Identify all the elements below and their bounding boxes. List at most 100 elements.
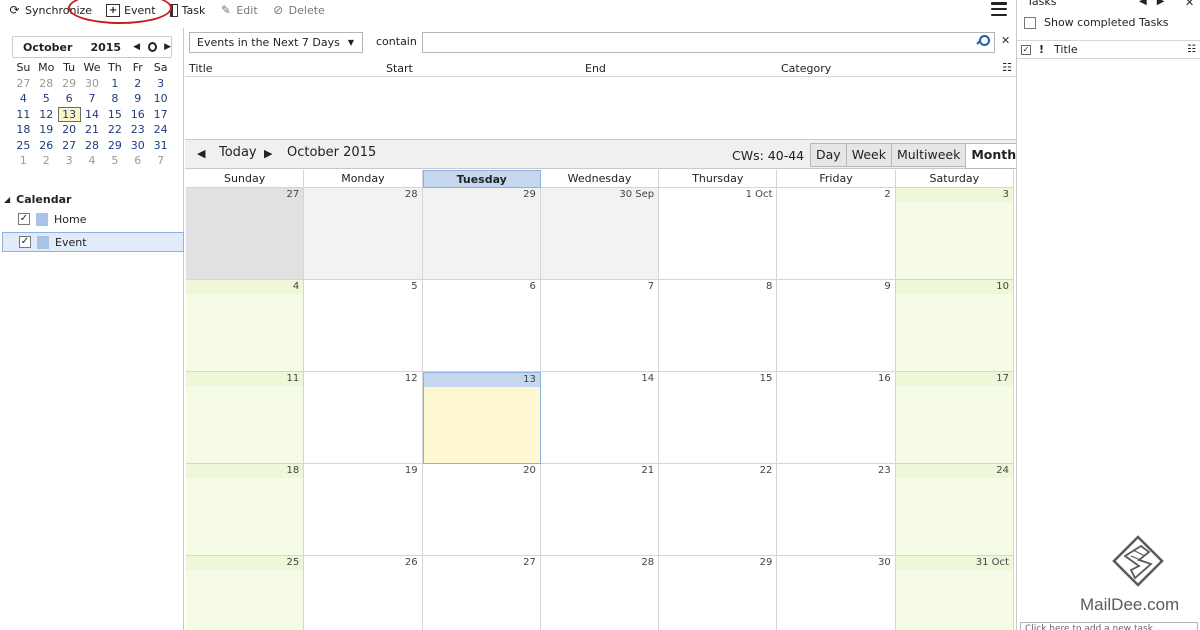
minicalendar-day[interactable]: 12 xyxy=(35,107,58,123)
show-completed-checkbox[interactable] xyxy=(1024,16,1036,29)
calendar-item-home[interactable]: ✓ Home xyxy=(4,209,184,229)
previous-month-icon[interactable]: ◀ xyxy=(133,42,140,52)
edit-button[interactable]: ✎ Edit xyxy=(219,3,258,17)
day-cell[interactable]: 6 xyxy=(422,280,541,372)
minicalendar-day[interactable]: 5 xyxy=(103,153,126,169)
day-number[interactable]: 15 xyxy=(659,372,777,386)
day-number[interactable]: 21 xyxy=(540,464,659,478)
today-circle-icon[interactable] xyxy=(148,42,158,52)
minicalendar-day[interactable]: 7 xyxy=(81,91,104,107)
day-cell[interactable]: 22 xyxy=(659,464,778,556)
day-number[interactable]: 16 xyxy=(777,372,895,386)
minicalendar-day[interactable]: 6 xyxy=(126,153,149,169)
day-cell[interactable]: 2 xyxy=(777,188,896,280)
day-cell[interactable]: 28 xyxy=(304,188,423,280)
day-cell[interactable]: 19 xyxy=(304,464,423,556)
close-icon[interactable]: ✕ xyxy=(1001,34,1010,47)
day-number[interactable]: 14 xyxy=(540,372,659,386)
task-column-picker-icon[interactable]: ☷ xyxy=(1187,44,1196,55)
minicalendar-day[interactable]: 30 xyxy=(126,138,149,154)
day-cell[interactable]: 12 xyxy=(304,372,423,464)
day-number[interactable]: 28 xyxy=(304,188,422,202)
minicalendar-day[interactable]: 2 xyxy=(126,76,149,92)
tab-month[interactable]: Month xyxy=(965,143,1023,169)
priority-column-icon[interactable]: ! xyxy=(1039,43,1044,56)
event-filter-dropdown[interactable]: Events in the Next 7 Days ▼ xyxy=(189,32,363,53)
minicalendar-day[interactable]: 9 xyxy=(126,91,149,107)
today-button[interactable]: Today xyxy=(219,145,257,160)
minicalendar-day[interactable]: 5 xyxy=(35,91,58,107)
column-end[interactable]: End xyxy=(585,62,606,75)
minicalendar-day[interactable]: 21 xyxy=(81,122,104,138)
search-icon[interactable] xyxy=(977,35,990,46)
minicalendar-day[interactable]: 28 xyxy=(81,138,104,154)
day-cell[interactable]: 10 xyxy=(895,280,1014,372)
day-cell[interactable]: 14 xyxy=(540,372,660,464)
day-cell[interactable]: 27 xyxy=(186,188,305,280)
minicalendar-day[interactable]: 24 xyxy=(149,122,172,138)
day-number[interactable]: 31 Oct xyxy=(895,556,1013,570)
minicalendar-day[interactable]: 4 xyxy=(12,91,35,107)
minicalendar-day[interactable]: 3 xyxy=(149,76,172,92)
task-title-column[interactable]: Title xyxy=(1054,43,1078,56)
column-title[interactable]: Title xyxy=(189,62,213,75)
day-number[interactable]: 11 xyxy=(186,372,304,386)
day-cell[interactable]: 25 xyxy=(186,556,305,630)
minicalendar-day[interactable]: 20 xyxy=(58,122,81,138)
tab-day[interactable]: Day xyxy=(810,143,846,167)
next-icon[interactable]: ▶ xyxy=(264,147,272,160)
minicalendar-day[interactable]: 25 xyxy=(12,138,35,154)
minicalendar-month[interactable]: October xyxy=(23,41,72,54)
day-cell[interactable]: 30 xyxy=(777,556,896,630)
minicalendar-day[interactable]: 3 xyxy=(58,153,81,169)
day-cell[interactable]: 24 xyxy=(895,464,1014,556)
synchronize-button[interactable]: ⟳ Synchronize xyxy=(8,3,92,17)
day-cell[interactable]: 29 xyxy=(422,188,541,280)
minicalendar-day[interactable]: 8 xyxy=(103,91,126,107)
day-number[interactable]: 29 xyxy=(422,188,540,202)
day-number[interactable]: 3 xyxy=(895,188,1013,202)
day-number[interactable]: 17 xyxy=(895,372,1013,386)
minicalendar-day[interactable]: 19 xyxy=(35,122,58,138)
event-search-input[interactable] xyxy=(422,32,995,53)
day-cell[interactable]: 27 xyxy=(422,556,541,630)
day-cell[interactable]: 17 xyxy=(895,372,1014,464)
day-cell[interactable]: 7 xyxy=(540,280,660,372)
delete-button[interactable]: ⊘ Delete xyxy=(272,3,325,17)
day-cell[interactable]: 9 xyxy=(777,280,896,372)
day-number[interactable]: 26 xyxy=(304,556,422,570)
minicalendar-day[interactable]: 2 xyxy=(35,153,58,169)
minicalendar-day[interactable]: 6 xyxy=(58,91,81,107)
minicalendar-today[interactable]: 13 xyxy=(57,106,81,122)
day-number[interactable]: 2 xyxy=(777,188,895,202)
day-cell[interactable]: 20 xyxy=(422,464,541,556)
day-number[interactable]: 5 xyxy=(304,280,422,294)
next-month-icon[interactable]: ▶ xyxy=(164,42,171,52)
day-number[interactable]: 23 xyxy=(777,464,895,478)
tasks-close-icon[interactable]: ✕ xyxy=(1185,0,1194,9)
day-number[interactable]: 6 xyxy=(422,280,540,294)
minicalendar-day[interactable]: 15 xyxy=(103,107,126,123)
day-cell[interactable]: 31 Oct xyxy=(895,556,1014,630)
day-cell[interactable]: 29 xyxy=(659,556,778,630)
day-cell[interactable]: 23 xyxy=(777,464,896,556)
minicalendar-day[interactable]: 22 xyxy=(103,122,126,138)
minicalendar-day[interactable]: 27 xyxy=(12,76,35,92)
minicalendar-day[interactable]: 18 xyxy=(12,122,35,138)
day-cell[interactable]: 11 xyxy=(186,372,305,464)
calendar-item-event[interactable]: ✓ Event xyxy=(2,232,184,252)
previous-icon[interactable]: ◀ xyxy=(197,147,205,160)
column-start[interactable]: Start xyxy=(386,62,413,75)
minicalendar-day[interactable]: 29 xyxy=(103,138,126,154)
day-cell[interactable]: 21 xyxy=(540,464,660,556)
day-number[interactable]: 10 xyxy=(895,280,1013,294)
menu-icon[interactable] xyxy=(990,1,1008,17)
day-number[interactable]: 27 xyxy=(186,188,304,202)
minicalendar-day[interactable]: 31 xyxy=(149,138,172,154)
tasks-nav-arrows-icon[interactable]: ◀▶ xyxy=(1139,0,1174,7)
minicalendar-day[interactable]: 14 xyxy=(81,107,104,123)
day-number[interactable]: 13 xyxy=(423,373,540,387)
day-number[interactable]: 30 xyxy=(777,556,895,570)
minicalendar-year[interactable]: 2015 xyxy=(90,41,121,54)
day-number[interactable]: 30 Sep xyxy=(540,188,659,202)
